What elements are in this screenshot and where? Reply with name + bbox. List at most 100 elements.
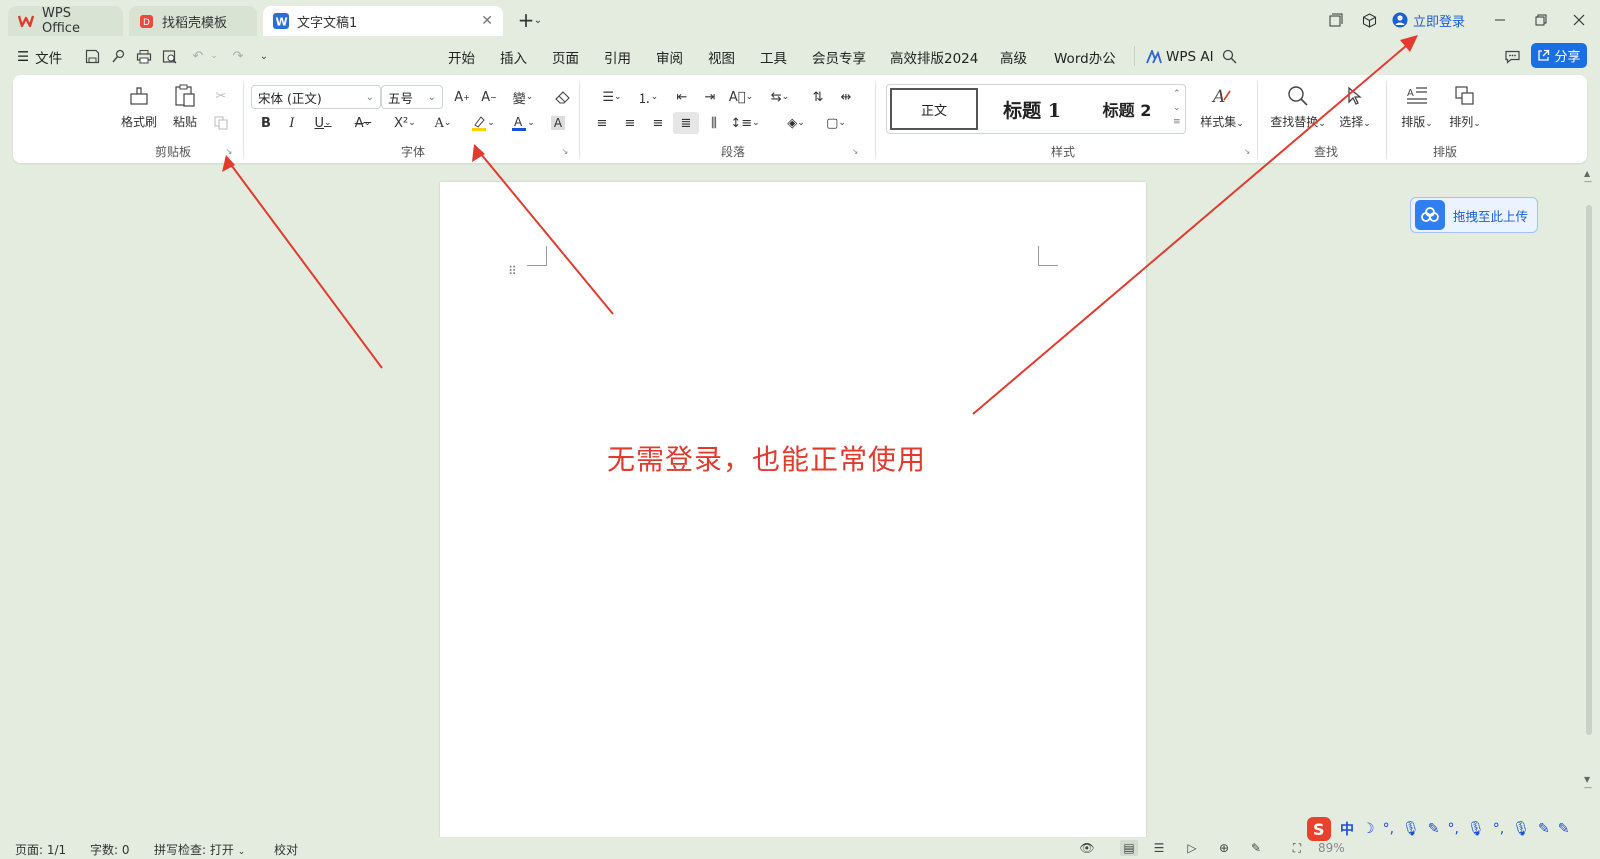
- clipboard-launcher-icon[interactable]: ↘: [223, 145, 235, 157]
- shading-icon[interactable]: ◈ ⌄: [781, 112, 811, 134]
- search-icon[interactable]: [1219, 46, 1239, 66]
- minimize-icon[interactable]: [1486, 8, 1514, 32]
- handwrite-icon[interactable]: ✎: [1558, 821, 1570, 837]
- find-replace-button[interactable]: 查找替换⌄: [1265, 83, 1331, 133]
- eye-icon[interactable]: 👁: [1078, 840, 1096, 856]
- handwrite-icon[interactable]: ✎: [1538, 821, 1550, 837]
- styles-launcher-icon[interactable]: ↘: [1241, 145, 1253, 157]
- microphone-icon[interactable]: 🎙: [1512, 821, 1530, 837]
- style-heading-2[interactable]: 标题 2: [1082, 88, 1172, 130]
- style-normal[interactable]: 正文: [890, 88, 978, 130]
- chat-bubble-icon[interactable]: [1502, 46, 1522, 66]
- handwrite-icon[interactable]: ✎: [1428, 821, 1440, 837]
- tab-member[interactable]: 会员专享: [812, 46, 866, 68]
- drag-handle-icon[interactable]: ⠿: [508, 265, 517, 277]
- decrease-indent-icon[interactable]: ⇤: [669, 86, 695, 108]
- export-pdf-icon[interactable]: [108, 46, 128, 66]
- punctuation-icon[interactable]: °,: [1493, 821, 1504, 837]
- arrange-button[interactable]: 排列⌄: [1441, 83, 1489, 133]
- tab-view[interactable]: 视图: [708, 46, 735, 68]
- login-link[interactable]: 立即登录: [1392, 8, 1465, 32]
- cut-icon[interactable]: ✂: [208, 85, 234, 107]
- line-spacing-icon[interactable]: ↕≡ ⌄: [729, 112, 761, 134]
- chinese-layout-icon[interactable]: A⃝ ⌄: [725, 86, 757, 108]
- moon-icon[interactable]: ☽: [1362, 821, 1375, 837]
- text-direction-icon[interactable]: ⇆ ⌄: [765, 86, 795, 108]
- align-right-icon[interactable]: ≡: [645, 112, 671, 134]
- bullet-list-icon[interactable]: ☰ ⌄: [597, 86, 627, 108]
- ime-mode-label[interactable]: 中: [1340, 819, 1354, 839]
- print-preview-icon[interactable]: [160, 46, 180, 66]
- close-window-icon[interactable]: [1565, 8, 1593, 32]
- clear-format-icon[interactable]: [549, 86, 575, 108]
- spellcheck-toggle[interactable]: 拼写检查: 打开 ⌄: [154, 841, 245, 858]
- close-tab-icon[interactable]: ✕: [481, 13, 493, 29]
- drag-upload-button[interactable]: 拖拽至此上传: [1410, 197, 1538, 233]
- tab-home[interactable]: 开始: [448, 46, 475, 68]
- redo-icon[interactable]: ↷: [228, 46, 248, 66]
- paragraph-launcher-icon[interactable]: ↘: [849, 145, 861, 157]
- outline-view-icon[interactable]: ☰: [1150, 840, 1168, 856]
- tab-efficient-layout[interactable]: 高效排版2024: [890, 46, 978, 68]
- format-painter-button[interactable]: 格式刷: [115, 83, 163, 133]
- increase-indent-icon[interactable]: ⇥: [697, 86, 723, 108]
- phonetic-guide-icon[interactable]: 變 ⌄: [507, 86, 539, 108]
- scroll-up-icon[interactable]: ▲ —: [1584, 170, 1592, 186]
- undo-dropdown-icon[interactable]: ⌄: [204, 46, 224, 66]
- tab-references[interactable]: 引用: [604, 46, 631, 68]
- fit-page-icon[interactable]: ⛶: [1288, 840, 1306, 856]
- style-set-button[interactable]: A 样式集⌄: [1196, 83, 1248, 133]
- page-count[interactable]: 页面: 1/1: [15, 841, 66, 858]
- select-button[interactable]: 选择⌄: [1331, 83, 1379, 133]
- window-mode-icon[interactable]: [1322, 8, 1350, 32]
- decrease-font-icon[interactable]: A −: [476, 86, 502, 108]
- tab-insert[interactable]: 插入: [500, 46, 527, 68]
- tab-review[interactable]: 审阅: [656, 46, 683, 68]
- print-icon[interactable]: [134, 46, 154, 66]
- vertical-scrollbar[interactable]: ▲ — ▼ —: [1583, 170, 1595, 810]
- punctuation-icon[interactable]: °,: [1448, 821, 1459, 837]
- zoom-level[interactable]: 89%: [1318, 841, 1345, 855]
- web-view-icon[interactable]: ⊕: [1215, 840, 1233, 856]
- style-heading-1[interactable]: 标题 1: [987, 88, 1077, 130]
- tab-docer-templates[interactable]: D 找稻壳模板: [129, 6, 257, 36]
- document-page[interactable]: ⠿: [440, 182, 1146, 842]
- copy-icon[interactable]: [208, 112, 234, 134]
- tab-document[interactable]: W 文字文稿1 ✕: [263, 6, 503, 36]
- customize-toolbar-icon[interactable]: ⌄: [254, 46, 274, 66]
- scroll-thumb[interactable]: [1586, 205, 1592, 735]
- page-view-icon[interactable]: ▤: [1120, 840, 1138, 856]
- tab-wps-office[interactable]: WPS Office: [8, 6, 123, 36]
- bold-icon[interactable]: B: [253, 112, 279, 134]
- tab-page[interactable]: 页面: [552, 46, 579, 68]
- microphone-icon[interactable]: 🎙: [1467, 821, 1485, 837]
- show-marks-icon[interactable]: ⇹: [833, 86, 859, 108]
- increase-font-icon[interactable]: A +: [449, 86, 475, 108]
- justify-icon[interactable]: ≣: [673, 112, 699, 134]
- align-center-icon[interactable]: ≡: [617, 112, 643, 134]
- play-icon[interactable]: ▷: [1183, 840, 1201, 856]
- align-left-icon[interactable]: ≡: [589, 112, 615, 134]
- font-size-select[interactable]: 五号 ⌄: [381, 85, 443, 109]
- sogou-logo-icon[interactable]: S: [1306, 816, 1332, 842]
- wps-ai-button[interactable]: WPS AI: [1146, 46, 1214, 68]
- strikethrough-icon[interactable]: A ⌄: [347, 112, 379, 134]
- share-button[interactable]: 分享: [1531, 43, 1587, 68]
- paste-button[interactable]: 粘贴: [161, 83, 209, 133]
- highlight-color-icon[interactable]: ⌄: [467, 112, 499, 134]
- file-menu[interactable]: ☰ 文件: [17, 46, 62, 68]
- distributed-icon[interactable]: ⫼: [701, 112, 727, 134]
- layout-button[interactable]: A 排版⌄: [1393, 83, 1441, 133]
- tab-tools[interactable]: 工具: [760, 46, 787, 68]
- borders-icon[interactable]: ▢ ⌄: [821, 112, 851, 134]
- text-effect-icon[interactable]: A ⌄: [427, 112, 459, 134]
- microphone-icon[interactable]: 🎙: [1402, 821, 1420, 837]
- font-launcher-icon[interactable]: ↘: [559, 145, 571, 157]
- underline-icon[interactable]: U ⌄: [307, 112, 339, 134]
- tab-advanced[interactable]: 高级: [1000, 46, 1027, 68]
- restore-icon[interactable]: [1527, 8, 1555, 32]
- style-scroll-icon[interactable]: ⌃ ⌄ ≡: [1173, 87, 1181, 129]
- scroll-down-icon[interactable]: ▼ —: [1584, 776, 1592, 792]
- word-count[interactable]: 字数: 0: [90, 841, 130, 858]
- punctuation-icon[interactable]: °,: [1383, 821, 1394, 837]
